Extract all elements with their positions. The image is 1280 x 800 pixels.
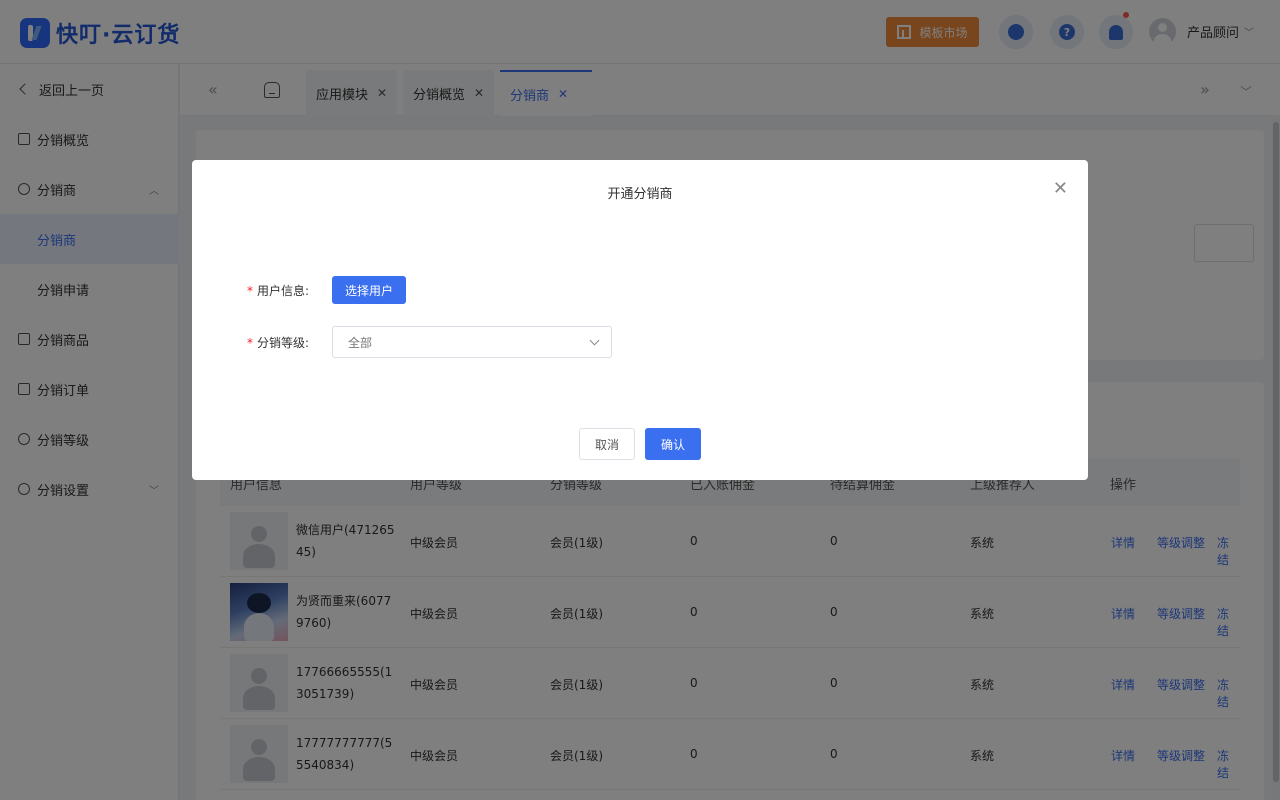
user-info-label: * 用户信息: — [247, 282, 309, 299]
close-icon[interactable]: ✕ — [1053, 178, 1068, 199]
required-mark: * — [247, 284, 253, 298]
cancel-button[interactable]: 取消 — [579, 428, 635, 460]
chevron-down-icon — [589, 335, 600, 346]
select-user-button[interactable]: 选择用户 — [332, 276, 406, 304]
distribution-level-select[interactable]: 全部 — [332, 326, 612, 358]
required-mark: * — [247, 336, 253, 350]
select-value: 全部 — [348, 335, 373, 350]
distribution-level-label: * 分销等级: — [247, 334, 309, 351]
confirm-button[interactable]: 确认 — [645, 428, 701, 460]
dialog-title: 开通分销商 — [607, 187, 673, 202]
user-info-label-text: 用户信息: — [257, 284, 310, 298]
open-distributor-dialog: 开通分销商 ✕ * 用户信息: 选择用户 * 分销等级: 全部 取消 确认 — [192, 160, 1088, 480]
distribution-level-label-text: 分销等级: — [257, 336, 310, 350]
